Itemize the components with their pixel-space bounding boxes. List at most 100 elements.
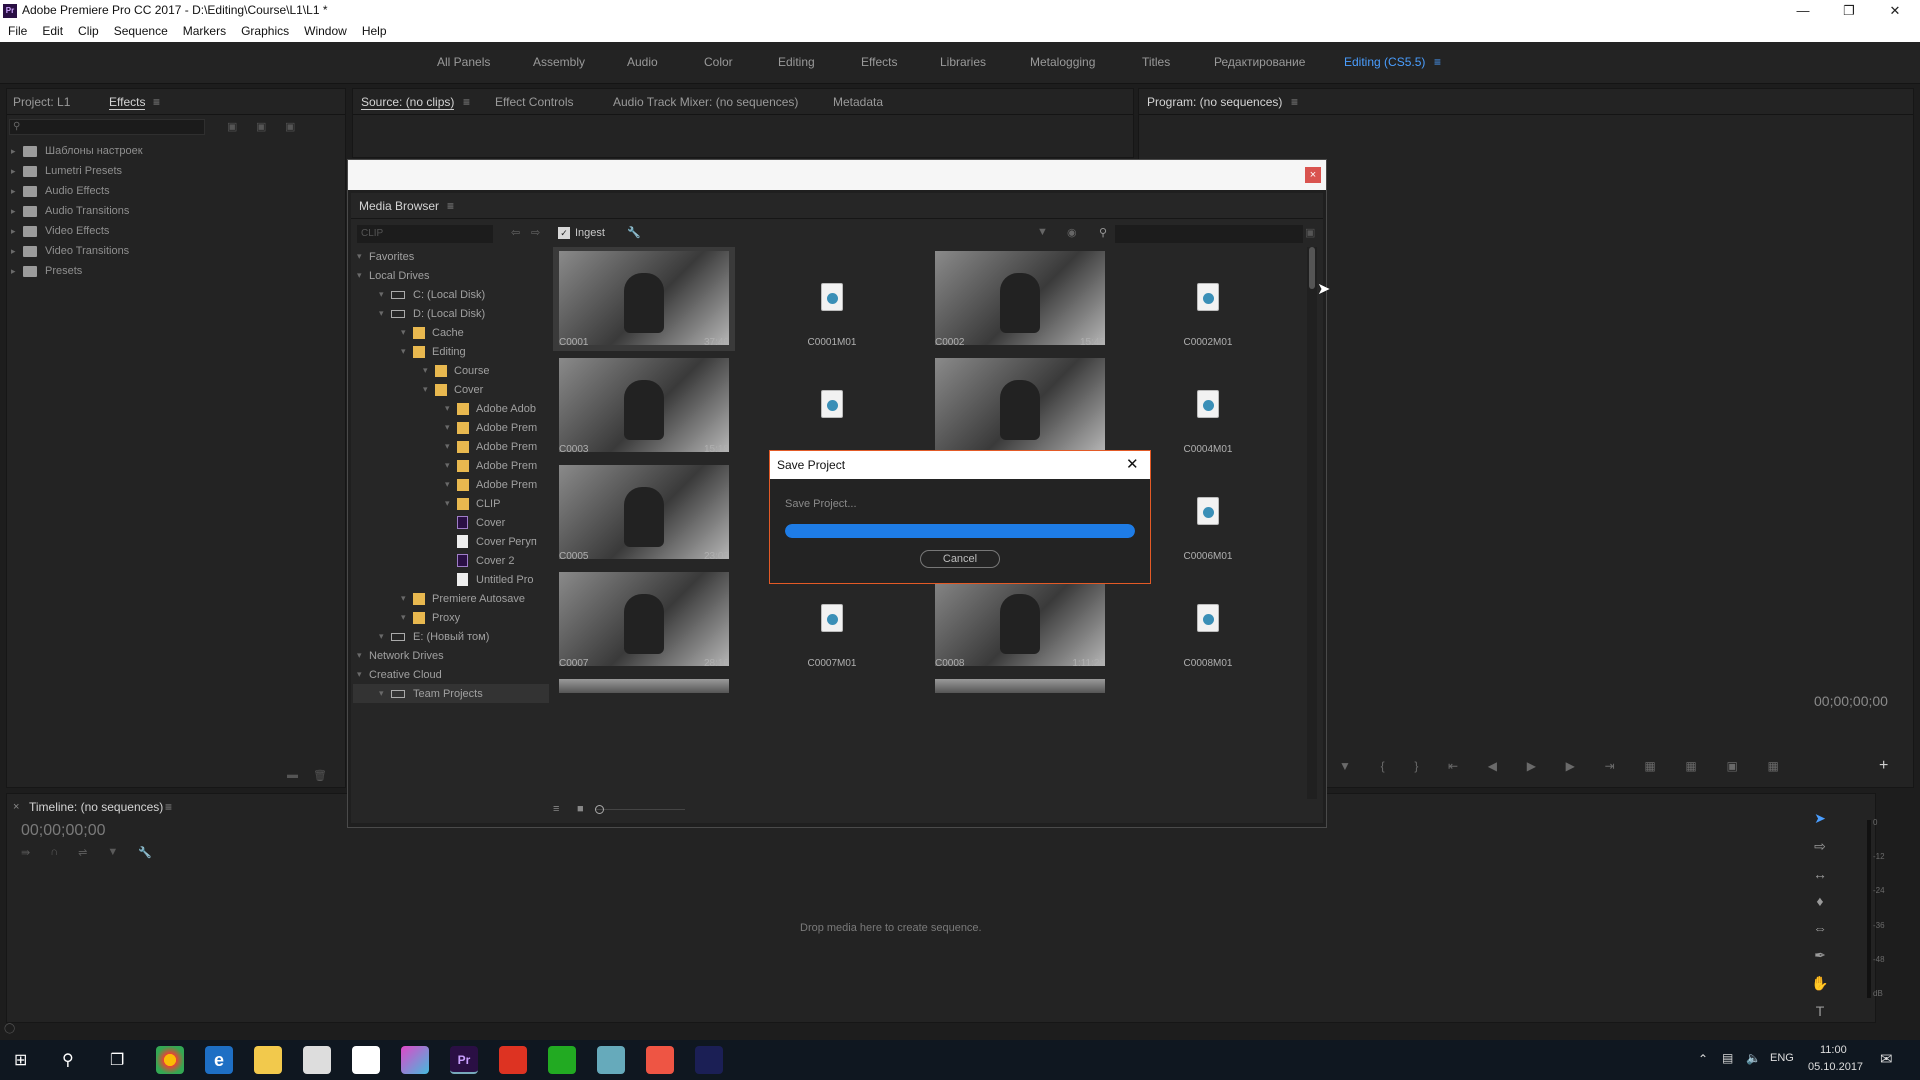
visual-studio-icon[interactable] — [695, 1046, 723, 1074]
effects-folder[interactable]: ▸ Video Effects — [11, 221, 345, 241]
workspace-color[interactable]: Color — [704, 55, 733, 69]
menu-edit[interactable]: Edit — [34, 22, 70, 42]
grid-scrollbar[interactable] — [1307, 247, 1317, 799]
menu-clip[interactable]: Clip — [70, 22, 106, 42]
tab-effects[interactable]: Effects — [109, 95, 146, 110]
task-view-icon[interactable]: ❐ — [110, 1050, 124, 1070]
effects-folder[interactable]: ▸ Audio Effects — [11, 181, 345, 201]
icon-view-icon[interactable]: ■ — [577, 803, 584, 815]
camtasia-icon[interactable] — [548, 1046, 576, 1074]
close-icon[interactable]: ✕ — [1126, 455, 1139, 473]
media-grid-item[interactable] — [929, 354, 1111, 458]
media-tree-item[interactable]: ▾ Adobe Prem — [353, 475, 549, 494]
tab-timeline[interactable]: Timeline: (no sequences) — [29, 800, 163, 814]
new-bin-icon[interactable]: ▬ — [287, 769, 298, 781]
media-tree-item[interactable]: ▾ Editing — [353, 342, 549, 361]
wrench-icon[interactable]: 🔧 — [138, 846, 152, 859]
media-tree-item[interactable]: ▾ D: (Local Disk) — [353, 304, 549, 323]
expand-icon[interactable]: ▾ — [357, 251, 369, 262]
add-button-icon[interactable]: + — [1879, 757, 1888, 775]
back-arrow-icon[interactable]: ⇦ — [511, 226, 520, 239]
cancel-button[interactable]: Cancel — [920, 550, 1000, 568]
expand-icon[interactable]: ▾ — [357, 669, 369, 680]
add-marker-icon[interactable]: ▼ — [107, 846, 118, 859]
panel-menu-icon[interactable]: ≡ — [153, 95, 160, 109]
media-grid-item[interactable]: C0003 15:18 — [553, 354, 735, 458]
expand-icon[interactable]: ▾ — [423, 384, 435, 395]
snap-icon[interactable]: ⇛ — [21, 846, 30, 859]
slip-tool-icon[interactable]: ⇔ — [1813, 920, 1827, 936]
go-to-out-icon[interactable]: ⇥ — [1605, 759, 1615, 779]
expand-icon[interactable]: ▾ — [401, 327, 413, 338]
menu-help[interactable]: Help — [354, 22, 394, 42]
media-grid-item[interactable]: C0002 15:42 — [929, 247, 1111, 351]
media-tree-item[interactable]: ▾ Favorites — [353, 247, 549, 266]
media-tree-item[interactable]: ▾ Adobe Prem — [353, 418, 549, 437]
media-tree-item[interactable]: Cover — [353, 513, 549, 532]
expand-icon[interactable]: ▾ — [445, 403, 457, 414]
tab-media-browser[interactable]: Media Browser — [359, 199, 439, 213]
media-tree-item[interactable]: Cover 2 — [353, 551, 549, 570]
media-tree-item[interactable]: ▾ Course — [353, 361, 549, 380]
expand-icon[interactable]: ▾ — [423, 365, 435, 376]
media-tree-item[interactable]: ▾ CLIP — [353, 494, 549, 513]
media-tree-item[interactable]: ▾ Premiere Autosave — [353, 589, 549, 608]
clock-date[interactable]: 05.10.2017 — [1808, 1061, 1863, 1073]
media-tree-item[interactable]: ▾ Adobe Adob — [353, 399, 549, 418]
notifications-icon[interactable]: ✉ — [1880, 1050, 1893, 1068]
workspace-effects[interactable]: Effects — [861, 55, 897, 69]
maximize-icon[interactable]: ❐ — [1826, 0, 1872, 22]
menu-file[interactable]: File — [0, 22, 34, 42]
razor-tool-icon[interactable]: ♦ — [1816, 893, 1823, 909]
menu-window[interactable]: Window — [296, 22, 354, 42]
open-in-source-icon[interactable]: ▣ — [1305, 226, 1315, 239]
close-tab-icon[interactable]: × — [13, 801, 19, 813]
workspace-editing[interactable]: Editing — [778, 55, 815, 69]
selection-tool-icon[interactable]: ➤ — [1814, 810, 1826, 827]
effects-search-input[interactable]: ⚲ — [9, 119, 205, 135]
workspace-libraries[interactable]: Libraries — [940, 55, 986, 69]
recorder-icon[interactable] — [646, 1046, 674, 1074]
menu-graphics[interactable]: Graphics — [233, 22, 296, 42]
app-icon[interactable] — [597, 1046, 625, 1074]
lift-icon[interactable]: ▦ — [1644, 759, 1655, 779]
workspace-titles[interactable]: Titles — [1142, 55, 1170, 69]
clock-time[interactable]: 11:00 — [1820, 1044, 1847, 1056]
premiere-taskbar-icon[interactable]: Pr — [450, 1046, 478, 1074]
zoom-slider[interactable] — [595, 809, 685, 810]
workspace-editing-cs55[interactable]: Editing (CS5.5) — [1344, 55, 1425, 69]
edge-icon[interactable]: e — [205, 1046, 233, 1074]
media-grid-item[interactable]: C0001 37:46 — [553, 247, 735, 351]
delete-icon[interactable]: 🗑 — [313, 769, 327, 782]
search-icon[interactable]: ⚲ — [62, 1050, 74, 1070]
media-tree-item[interactable]: ▾ Creative Cloud — [353, 665, 549, 684]
export-frame-icon[interactable]: ▣ — [1726, 759, 1737, 779]
extract-icon[interactable]: ▦ — [1685, 759, 1696, 779]
media-tree-item[interactable]: Cover Регуп — [353, 532, 549, 551]
expand-icon[interactable]: ▾ — [445, 498, 457, 509]
expand-icon[interactable]: ▾ — [445, 422, 457, 433]
media-tree-item[interactable]: ▾ Proxy — [353, 608, 549, 627]
search-icon[interactable]: ⚲ — [1099, 226, 1107, 239]
media-tree-item[interactable]: ▾ Cover — [353, 380, 549, 399]
step-forward-icon[interactable]: ▶ — [1566, 759, 1575, 779]
media-grid-item[interactable]: C0001M01 — [741, 247, 923, 351]
close-icon[interactable]: ✕ — [1872, 0, 1918, 22]
ingest-settings-wrench-icon[interactable]: 🔧 — [627, 226, 641, 239]
zoom-slider-handle[interactable] — [595, 805, 604, 814]
minimize-icon[interactable]: — — [1780, 0, 1826, 22]
clip-thumbnail[interactable] — [935, 679, 1105, 693]
effects-folder[interactable]: ▸ Шаблоны настроек — [11, 141, 345, 161]
effects-folder[interactable]: ▸ Video Transitions — [11, 241, 345, 261]
expand-icon[interactable]: ▾ — [401, 346, 413, 357]
type-tool-icon[interactable]: T — [1816, 1003, 1825, 1019]
step-back-icon[interactable]: ◀ — [1488, 759, 1497, 779]
media-tree-item[interactable]: ▾ Network Drives — [353, 646, 549, 665]
media-tree-item[interactable]: Untitled Pro — [353, 570, 549, 589]
network-icon[interactable]: ▤ — [1722, 1051, 1733, 1065]
media-tree-item[interactable]: ▾ Team Projects — [353, 684, 549, 703]
tab-source[interactable]: Source: (no clips) — [361, 95, 455, 110]
path-dropdown[interactable]: CLIP — [357, 225, 493, 243]
media-search-input[interactable] — [1115, 225, 1303, 243]
yuv-effects-icon[interactable]: ▣ — [285, 120, 295, 133]
